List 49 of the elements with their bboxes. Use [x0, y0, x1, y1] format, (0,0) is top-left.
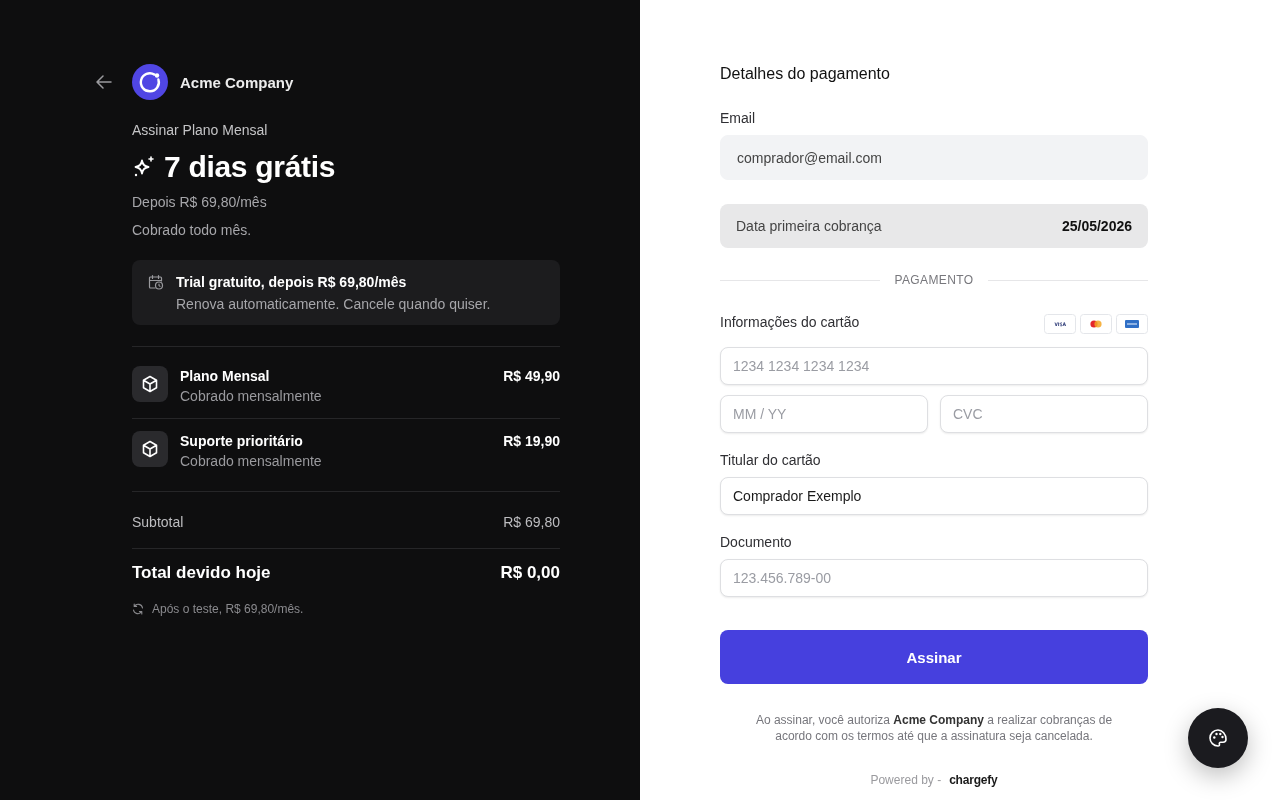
- palette-icon: [1208, 728, 1228, 748]
- card-logo-icon: [1044, 314, 1076, 334]
- legal-text: Ao assinar, você autoriza Acme Company a realizar cobranças de acordo com os termos até que a assinatura seja cancelada.: [754, 712, 1114, 744]
- section-divider-label: PAGAMENTO: [894, 272, 974, 288]
- cvc-field[interactable]: CVC: [940, 395, 1148, 433]
- cardholder-field[interactable]: Comprador Exemplo: [720, 477, 1148, 515]
- subtotal-label: Subtotal: [132, 513, 184, 532]
- item-name: Plano Mensal: [180, 367, 271, 386]
- first-charge-date: 25/05/2026: [1061, 218, 1132, 234]
- trial-notice-text: Renova automaticamente. Cancele quando quiser.: [176, 295, 491, 314]
- document-field[interactable]: 123.456.789-00: [720, 559, 1148, 597]
- trial-headline: 7 dias grátis: [164, 149, 336, 185]
- cardholder-label: Titular do cartão: [720, 451, 822, 470]
- item-billing: Cobrado mensalmente: [180, 387, 323, 406]
- brand-wordmark: chargefy: [949, 772, 998, 788]
- subscribe-button[interactable]: Assinar: [720, 630, 1148, 684]
- card-info-label: Informações do cartão: [720, 313, 860, 332]
- subtotal-value: R$ 69,80: [503, 513, 560, 532]
- palette-button[interactable]: [1188, 708, 1248, 768]
- payment-title: Detalhes do pagamento: [720, 64, 891, 84]
- first-charge-label: Data primeira cobrança: [736, 218, 882, 234]
- card-number-field[interactable]: 1234 1234 1234 1234: [720, 347, 1148, 385]
- total-value: R$ 0,00: [500, 562, 560, 584]
- item-price: R$ 49,90: [503, 367, 560, 386]
- company-name: Acme Company: [180, 73, 294, 91]
- email-label: Email: [720, 109, 756, 128]
- card-logo-icon: [1080, 314, 1112, 334]
- after-trial-price: Depois R$ 69,80/mês: [132, 193, 268, 212]
- company-logo-icon: [132, 64, 168, 100]
- calendar-clock-icon: [148, 274, 164, 290]
- item-price: R$ 19,90: [503, 432, 560, 451]
- billing-note: Cobrado todo mês.: [132, 221, 253, 240]
- plan-action: Assinar Plano Mensal: [132, 121, 269, 140]
- cube-icon: [132, 366, 168, 402]
- refresh-icon: [132, 603, 144, 615]
- document-label: Documento: [720, 533, 793, 552]
- arrow-left-icon: [96, 75, 112, 89]
- powered-by-text: Powered by -: [870, 772, 942, 788]
- cube-icon: [132, 431, 168, 467]
- back-button[interactable]: [96, 75, 112, 89]
- email-field[interactable]: comprador@email.com: [720, 135, 1148, 180]
- item-name: Suporte prioritário: [180, 432, 304, 451]
- item-billing: Cobrado mensalmente: [180, 452, 323, 471]
- card-logo-icon: [1116, 314, 1148, 334]
- renewal-note: Após o teste, R$ 69,80/mês.: [152, 601, 304, 617]
- trial-notice-title: Trial gratuito, depois R$ 69,80/mês: [176, 273, 408, 292]
- expiry-field[interactable]: MM / YY: [720, 395, 928, 433]
- sparkle-icon: [132, 155, 156, 179]
- total-label: Total devido hoje: [132, 562, 271, 584]
